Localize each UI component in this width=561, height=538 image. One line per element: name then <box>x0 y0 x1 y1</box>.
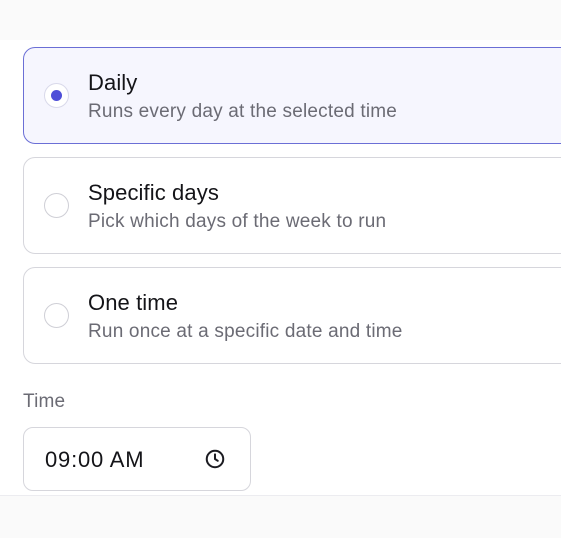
radio-daily[interactable] <box>44 83 69 108</box>
option-one-time[interactable]: One time Run once at a specific date and… <box>23 267 561 364</box>
option-title: One time <box>88 290 179 315</box>
option-daily[interactable]: Daily Runs every day at the selected tim… <box>23 47 561 144</box>
option-description: Run once at a specific date and time <box>88 321 403 342</box>
time-label: Time <box>23 391 66 412</box>
clock-icon[interactable] <box>204 448 226 470</box>
radio-one-time[interactable] <box>44 303 69 328</box>
option-specific-days[interactable]: Specific days Pick which days of the wee… <box>23 157 561 254</box>
radio-specific-days[interactable] <box>44 193 69 218</box>
option-description: Runs every day at the selected time <box>88 101 398 122</box>
time-value[interactable]: 09:00 AM <box>45 447 144 473</box>
time-input[interactable]: 09:00 AM <box>23 427 251 491</box>
option-title: Daily <box>88 70 138 95</box>
radio-selected-dot <box>51 90 62 101</box>
option-title: Specific days <box>88 180 219 205</box>
option-description: Pick which days of the week to run <box>88 211 387 232</box>
